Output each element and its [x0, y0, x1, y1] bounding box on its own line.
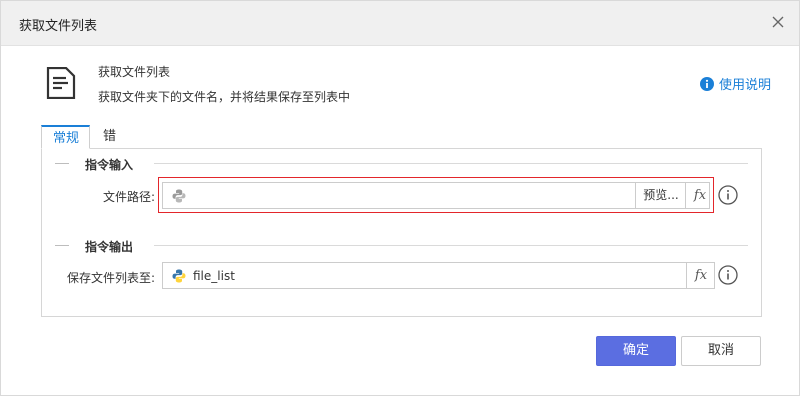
- dialog: 获取文件列表 获取文件列表 获取文件夹下的文件名，并将结果保存至列表中 使用说明: [0, 0, 800, 396]
- fx-icon[interactable]: fx: [685, 183, 714, 208]
- python-icon: [172, 189, 186, 203]
- output-section-title: 指令输出: [85, 240, 134, 254]
- help-label: 使用说明: [718, 78, 771, 93]
- info-icon[interactable]: [718, 265, 738, 285]
- info-icon[interactable]: [718, 185, 738, 205]
- python-icon: [172, 269, 186, 283]
- tab-error-handling[interactable]: 错误处理: [91, 125, 128, 216]
- browse-button[interactable]: 预览...: [635, 183, 686, 208]
- document-icon: [46, 66, 76, 100]
- section-divider: [154, 163, 748, 164]
- close-icon[interactable]: [769, 13, 787, 31]
- save-list-input[interactable]: [193, 266, 673, 285]
- settings-panel: 指令输入 指令输出: [41, 148, 762, 317]
- section-divider: [154, 245, 748, 246]
- section-dash: [55, 245, 69, 246]
- window-title: 获取文件列表: [19, 19, 98, 34]
- input-section-title: 指令输入: [85, 158, 134, 172]
- command-description: 获取文件夹下的文件名，并将结果保存至列表中: [98, 90, 351, 104]
- fx-icon[interactable]: fx: [686, 263, 715, 288]
- tab-general[interactable]: 常规: [41, 125, 90, 149]
- help-link[interactable]: 使用说明: [699, 74, 771, 93]
- cancel-button[interactable]: 取消: [681, 336, 761, 366]
- ok-button[interactable]: 确定: [596, 336, 676, 366]
- command-name: 获取文件列表: [98, 65, 171, 79]
- section-dash: [55, 163, 69, 164]
- file-path-label: 文件路径:: [102, 190, 155, 204]
- title-bar: 获取文件列表: [1, 1, 799, 46]
- save-list-field[interactable]: fx: [162, 262, 715, 289]
- save-list-label: 保存文件列表至:: [66, 271, 155, 285]
- file-path-input[interactable]: [193, 186, 633, 205]
- file-path-field[interactable]: 预览... fx: [162, 182, 710, 209]
- info-icon: [699, 76, 714, 91]
